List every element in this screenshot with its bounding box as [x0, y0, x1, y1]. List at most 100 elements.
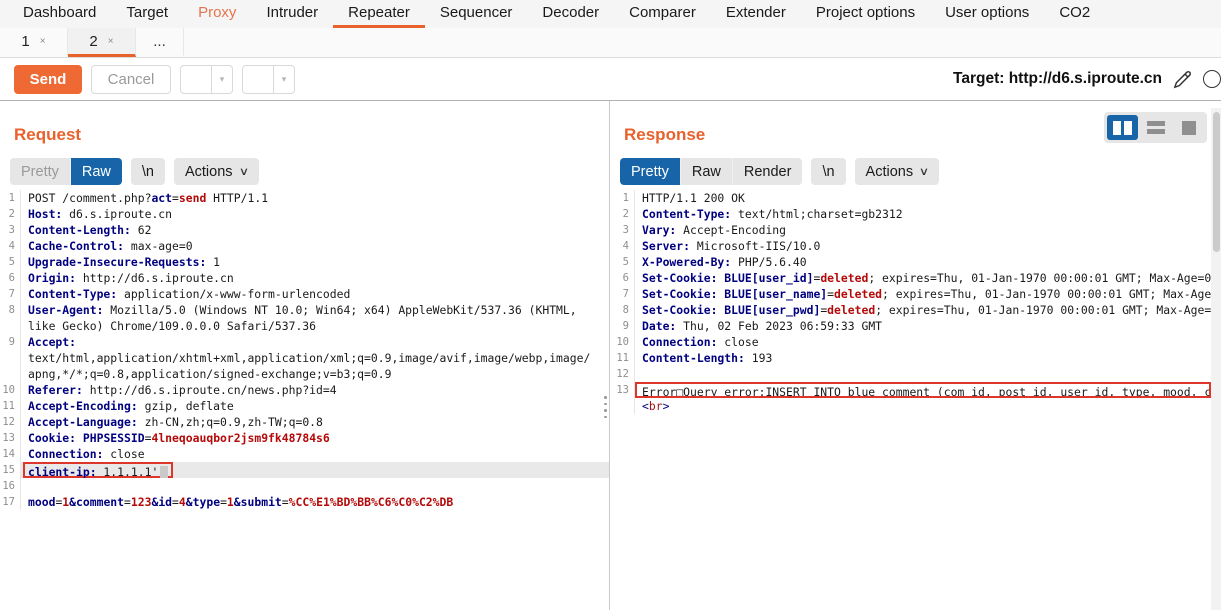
line-content: Accept:	[21, 334, 609, 350]
request-line-9[interactable]: 9Accept:	[0, 334, 609, 350]
repeater-tab-2[interactable]: 2×	[68, 28, 136, 57]
request-line-17[interactable]: 17mood=1&comment=123&id=4&type=1&submit=…	[0, 494, 609, 510]
split-divider-handle[interactable]	[604, 396, 607, 418]
menu-item-project-options[interactable]: Project options	[801, 0, 930, 28]
request-line-11[interactable]: 11Accept-Encoding: gzip, deflate	[0, 398, 609, 414]
response-line-3[interactable]: 3Vary: Accept-Encoding	[610, 222, 1211, 238]
repeater-tab-[interactable]: ...	[136, 28, 184, 57]
response-editor[interactable]: 1HTTP/1.1 200 OK2Content-Type: text/html…	[610, 190, 1211, 610]
response-tab-raw[interactable]: Raw	[680, 158, 732, 185]
menu-item-user-options[interactable]: User options	[930, 0, 1044, 28]
request-tab-pretty[interactable]: Pretty	[10, 158, 70, 185]
menu-item-intruder[interactable]: Intruder	[251, 0, 333, 28]
target-area: Target: http://d6.s.iproute.cn	[953, 68, 1207, 91]
request-line-10[interactable]: 10Referer: http://d6.s.iproute.cn/news.p…	[0, 382, 609, 398]
line-content: Content-Type: application/x-www-form-url…	[21, 286, 609, 302]
next-request-button[interactable]: > ▾	[242, 65, 295, 94]
line-content	[635, 366, 1211, 382]
response-line-1[interactable]: 1HTTP/1.1 200 OK	[610, 190, 1211, 206]
request-line-8[interactable]: 8User-Agent: Mozilla/5.0 (Windows NT 10.…	[0, 302, 609, 318]
request-line-16[interactable]: 16	[0, 478, 609, 494]
request-line-wrap-10[interactable]: text/html,application/xhtml+xml,applicat…	[0, 350, 609, 366]
request-tab-newline[interactable]: \n	[131, 158, 165, 185]
highlight-box: client-ip: 1.1.1.1'	[23, 462, 173, 478]
response-line-7[interactable]: 7Set-Cookie: BLUE[user_name]=deleted; ex…	[610, 286, 1211, 302]
repeater-tab-1[interactable]: 1×	[0, 28, 68, 57]
request-line-15[interactable]: 15client-ip: 1.1.1.1'	[0, 462, 609, 478]
response-line-8[interactable]: 8Set-Cookie: BLUE[user_pwd]=deleted; exp…	[610, 302, 1211, 318]
response-tab-render[interactable]: Render	[732, 158, 803, 185]
request-line-4[interactable]: 4Cache-Control: max-age=0	[0, 238, 609, 254]
back-arrow-icon[interactable]: <	[181, 66, 211, 94]
scrollbar-thumb[interactable]	[1213, 112, 1220, 252]
menu-item-sequencer[interactable]: Sequencer	[425, 0, 528, 28]
response-line-6[interactable]: 6Set-Cookie: BLUE[user_id]=deleted; expi…	[610, 270, 1211, 286]
request-line-5[interactable]: 5Upgrade-Insecure-Requests: 1	[0, 254, 609, 270]
line-number: 13	[0, 430, 21, 446]
line-content: Error□Query error:INSERT INTO blue_comme…	[635, 382, 1211, 398]
tab-label: 2	[89, 33, 97, 50]
line-content: Connection: close	[635, 334, 1211, 350]
response-line-2[interactable]: 2Content-Type: text/html;charset=gb2312	[610, 206, 1211, 222]
request-line-7[interactable]: 7Content-Type: application/x-www-form-ur…	[0, 286, 609, 302]
request-actions-menu[interactable]: Actions ∨	[174, 158, 259, 185]
request-line-3[interactable]: 3Content-Length: 62	[0, 222, 609, 238]
response-line-11[interactable]: 11Content-Length: 193	[610, 350, 1211, 366]
response-line-5[interactable]: 5X-Powered-By: PHP/5.6.40	[610, 254, 1211, 270]
line-content: Date: Thu, 02 Feb 2023 06:59:33 GMT	[635, 318, 1211, 334]
response-line-9[interactable]: 9Date: Thu, 02 Feb 2023 06:59:33 GMT	[610, 318, 1211, 334]
menu-item-target[interactable]: Target	[111, 0, 183, 28]
request-line-2[interactable]: 2Host: d6.s.iproute.cn	[0, 206, 609, 222]
response-scrollbar[interactable]	[1211, 108, 1221, 610]
line-number: 8	[0, 302, 21, 318]
line-number: 4	[610, 238, 635, 254]
request-line-wrap-8[interactable]: like Gecko) Chrome/109.0.0.0 Safari/537.…	[0, 318, 609, 334]
request-line-wrap-11[interactable]: apng,*/*;q=0.8,application/signed-exchan…	[0, 366, 609, 382]
request-line-13[interactable]: 13Cookie: PHPSESSID=4lneqoauqbor2jsm9fk4…	[0, 430, 609, 446]
request-line-12[interactable]: 12Accept-Language: zh-CN,zh;q=0.9,zh-TW;…	[0, 414, 609, 430]
forward-arrow-icon[interactable]: >	[243, 66, 273, 94]
line-content: client-ip: 1.1.1.1'	[21, 462, 609, 478]
menu-item-proxy[interactable]: Proxy	[183, 0, 251, 28]
menu-item-dashboard[interactable]: Dashboard	[8, 0, 111, 28]
response-panel: Response Pretty Raw Render	[610, 101, 1221, 610]
line-number: 11	[0, 398, 21, 414]
forward-dropdown-icon[interactable]: ▾	[273, 66, 294, 93]
request-line-6[interactable]: 6Origin: http://d6.s.iproute.cn	[0, 270, 609, 286]
request-editor[interactable]: 1POST /comment.php?act=send HTTP/1.12Hos…	[0, 190, 609, 610]
view-rows-button[interactable]	[1140, 115, 1171, 140]
response-tab-newline[interactable]: \n	[811, 158, 845, 185]
menu-item-decoder[interactable]: Decoder	[527, 0, 614, 28]
cancel-button[interactable]: Cancel	[91, 65, 171, 94]
request-tab-raw[interactable]: Raw	[70, 158, 122, 185]
back-dropdown-icon[interactable]: ▾	[211, 66, 232, 93]
response-line-12[interactable]: 12	[610, 366, 1211, 382]
request-line-14[interactable]: 14Connection: close	[0, 446, 609, 462]
close-icon[interactable]: ×	[108, 36, 114, 47]
line-number: 10	[610, 334, 635, 350]
response-line-4[interactable]: 4Server: Microsoft-IIS/10.0	[610, 238, 1211, 254]
view-columns-button[interactable]	[1107, 115, 1138, 140]
response-line-wrap-13[interactable]: <br>	[610, 398, 1211, 414]
request-panel-title: Request	[14, 125, 609, 145]
clipped-circle-icon[interactable]	[1203, 70, 1221, 88]
burp-repeater-window: DashboardTargetProxyIntruderRepeaterSequ…	[0, 0, 1221, 611]
response-actions-menu[interactable]: Actions ∨	[855, 158, 940, 185]
close-icon[interactable]: ×	[40, 36, 46, 47]
menu-item-co2[interactable]: CO2	[1044, 0, 1105, 28]
menu-item-repeater[interactable]: Repeater	[333, 0, 425, 28]
menu-item-extender[interactable]: Extender	[711, 0, 801, 28]
request-line-1[interactable]: 1POST /comment.php?act=send HTTP/1.1	[0, 190, 609, 206]
view-single-button[interactable]	[1173, 115, 1204, 140]
line-number	[0, 318, 21, 334]
chevron-down-icon: ∨	[238, 165, 248, 178]
column-bar-icon	[1124, 121, 1132, 135]
response-tab-pretty[interactable]: Pretty	[620, 158, 680, 185]
menu-item-comparer[interactable]: Comparer	[614, 0, 711, 28]
line-content: Set-Cookie: BLUE[user_id]=deleted; expir…	[635, 270, 1211, 286]
edit-pencil-icon[interactable]	[1171, 68, 1194, 91]
send-button[interactable]: Send	[14, 65, 82, 94]
response-line-13[interactable]: 13Error□Query error:INSERT INTO blue_com…	[610, 382, 1211, 398]
response-line-10[interactable]: 10Connection: close	[610, 334, 1211, 350]
previous-request-button[interactable]: < ▾	[180, 65, 233, 94]
